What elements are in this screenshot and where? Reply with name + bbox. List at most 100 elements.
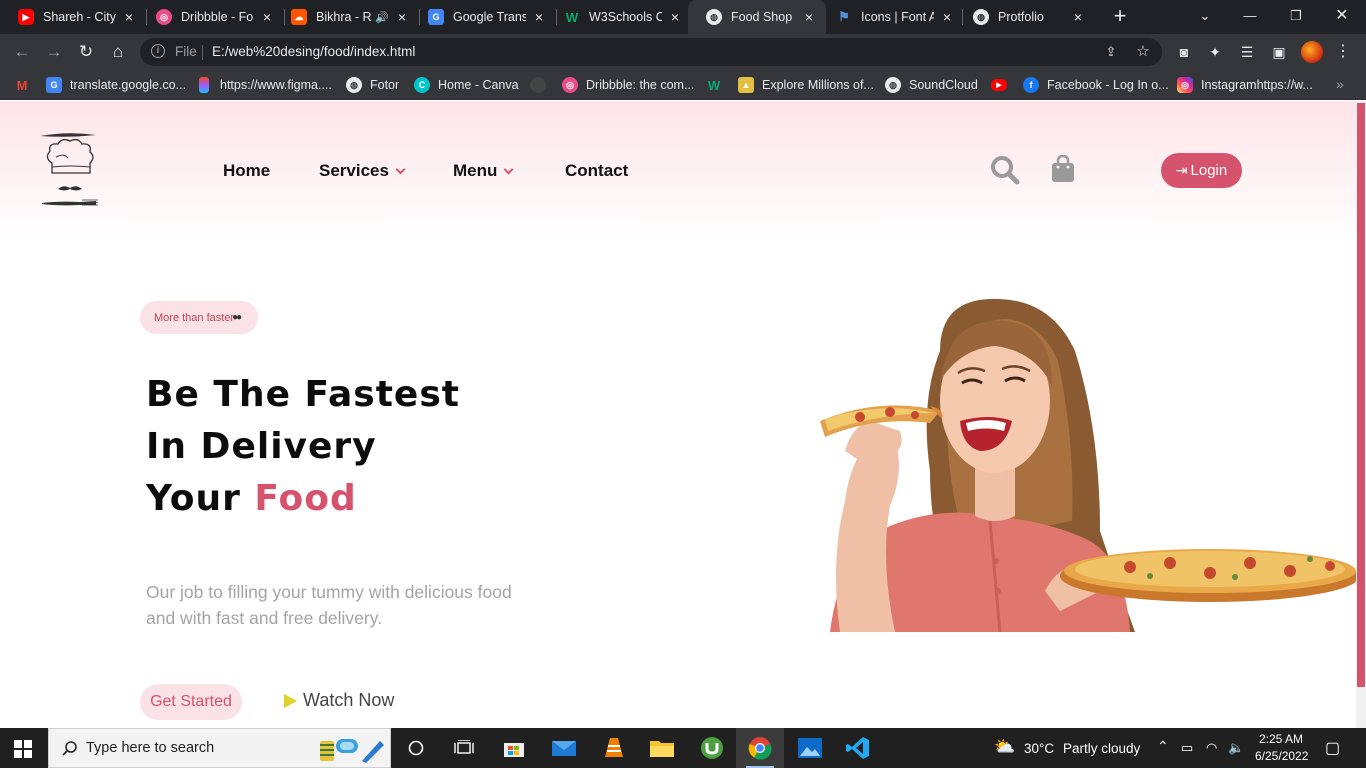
close-icon[interactable]: ×	[940, 10, 954, 24]
taskview-button[interactable]	[440, 728, 488, 768]
address-bar[interactable]: i File E:/web%20desing/food/index.html ⇪…	[140, 38, 1162, 66]
bookmark-gmail[interactable]: M	[14, 76, 38, 94]
battery-icon[interactable]: ▭	[1181, 740, 1193, 756]
shopping-bag-icon[interactable]	[1050, 155, 1076, 183]
browser-tab[interactable]: ▶ Shareh - City ×	[0, 0, 146, 34]
gmail-icon: M	[16, 77, 28, 93]
nav-contact[interactable]: Contact	[565, 161, 628, 181]
watch-now-button[interactable]: Watch Now	[284, 690, 394, 711]
scrollbar-thumb[interactable]	[1357, 103, 1365, 687]
google-translate-icon: G	[428, 9, 444, 25]
task-view-button[interactable]	[392, 728, 440, 768]
more-bookmarks-icon[interactable]: »	[1336, 76, 1344, 92]
volume-icon[interactable]: 🔈	[1228, 740, 1244, 756]
browser-tab[interactable]: ◍ Protfolio ×	[955, 0, 1095, 34]
browser-tab-strip: ▶ Shareh - City × ◎ Dribbble - Fo × ☁ Bi…	[0, 0, 1366, 34]
browser-toolbar: ← → ↻ ⌂ i File E:/web%20desing/food/inde…	[0, 34, 1366, 70]
login-button[interactable]: ⇥ Login	[1161, 153, 1242, 188]
nav-home[interactable]: Home	[223, 161, 270, 181]
chevron-up-icon[interactable]: ⌃	[1157, 738, 1169, 755]
taskbar-photos[interactable]	[786, 728, 834, 768]
info-icon[interactable]: i	[151, 44, 165, 58]
browser-tab[interactable]: G Google Transl ×	[410, 0, 556, 34]
windows-start-icon[interactable]	[14, 740, 32, 758]
extensions-icon[interactable]: ✦	[1205, 42, 1225, 62]
url-text[interactable]: E:/web%20desing/food/index.html	[212, 44, 415, 59]
bookmark-explore[interactable]: ▲ Explore Millions of...	[738, 76, 874, 94]
canva-icon: C	[414, 77, 430, 93]
taskbar-store[interactable]	[490, 728, 538, 768]
vlc-icon	[605, 738, 623, 757]
notification-icon[interactable]: ▢	[1325, 738, 1340, 758]
maximize-button[interactable]: ❐	[1284, 6, 1308, 26]
speaker-icon[interactable]: 🔊	[375, 11, 389, 24]
nav-services[interactable]: Services	[319, 161, 406, 181]
taskbar-vscode[interactable]	[834, 728, 882, 768]
browser-tab[interactable]: ◎ Dribbble - Fo ×	[138, 0, 284, 34]
weather-description[interactable]: Partly cloudy	[1063, 741, 1140, 756]
bookmark-translate[interactable]: G translate.google.co...	[46, 76, 186, 94]
browser-tab[interactable]: ⚑ Icons | Font A ×	[818, 0, 964, 34]
taskbar-vlc[interactable]	[590, 728, 638, 768]
youtube-icon: ▶	[991, 79, 1007, 91]
share-icon[interactable]: ⇪	[1102, 43, 1120, 61]
browser-tab[interactable]: W W3Schools O ×	[546, 0, 692, 34]
close-icon[interactable]: ×	[395, 10, 409, 24]
side-panel-icon[interactable]: ▣	[1269, 42, 1289, 62]
bookmark-soundcloud[interactable]: ◍ SoundCloud	[885, 76, 978, 94]
browser-tab-active[interactable]: ◍ Food Shop ×	[688, 0, 826, 34]
taskbar-file-explorer[interactable]	[638, 728, 686, 768]
bookmark-facebook[interactable]: f Facebook - Log In o...	[1023, 76, 1169, 94]
tab-search-button[interactable]: ⌄	[1193, 6, 1217, 26]
close-icon[interactable]: ×	[260, 10, 274, 24]
bookmark-canva[interactable]: C Home - Canva	[414, 76, 519, 94]
hero-badge: More than faster ●●	[140, 301, 258, 334]
taskbar-utorrent[interactable]	[688, 728, 736, 768]
forward-button[interactable]: →	[43, 41, 65, 63]
task-view-icon	[454, 740, 474, 754]
taskbar-mail[interactable]	[540, 728, 588, 768]
close-icon[interactable]: ×	[122, 10, 136, 24]
media-control-icon[interactable]: ☰	[1237, 42, 1257, 62]
nav-menu[interactable]: Menu	[453, 161, 514, 181]
w3schools-icon: W	[707, 77, 721, 93]
close-icon[interactable]: ×	[802, 10, 816, 24]
clock-time[interactable]: 2:25 AM	[1259, 732, 1303, 746]
back-button[interactable]: ←	[11, 41, 33, 63]
search-icon[interactable]	[990, 155, 1020, 185]
bookmark-youtube[interactable]: ▶	[991, 76, 1015, 94]
photos-icon	[798, 738, 822, 758]
chef-logo[interactable]	[38, 131, 102, 211]
weather-partly-cloudy-icon[interactable]: ⛅	[994, 737, 1015, 757]
wifi-icon[interactable]: ◠	[1206, 740, 1217, 756]
close-icon[interactable]: ×	[532, 10, 546, 24]
weather-temperature[interactable]: 30°C	[1024, 741, 1054, 756]
camera-icon[interactable]: ◙	[1174, 42, 1194, 62]
close-icon[interactable]: ×	[1071, 10, 1085, 24]
taskbar-chrome[interactable]	[736, 728, 784, 768]
taskbar-search-box[interactable]: Type here to search	[48, 728, 391, 768]
close-window-button[interactable]: ✕	[1330, 6, 1354, 26]
bookmark-fotor[interactable]: ◍ Fotor	[346, 76, 399, 94]
star-icon[interactable]: ☆	[1134, 43, 1152, 61]
minimize-button[interactable]: —	[1238, 6, 1262, 26]
profile-avatar[interactable]	[1301, 41, 1323, 63]
bookmark-instagram[interactable]: ◎ Instagramhttps://w...	[1177, 76, 1313, 94]
home-button[interactable]: ⌂	[107, 41, 129, 63]
bookmark-dribbble[interactable]: ◎ Dribbble: the com...	[562, 76, 694, 94]
browser-tab[interactable]: ☁ Bikhra - R 🔊 ×	[273, 0, 419, 34]
vscode-icon	[846, 737, 869, 759]
bookmark-w3schools[interactable]: W	[706, 76, 730, 94]
menu-icon[interactable]: ⋮	[1333, 42, 1353, 62]
bookmark-github[interactable]	[530, 76, 554, 94]
reload-button[interactable]: ↻	[75, 41, 97, 63]
figma-icon	[199, 77, 209, 93]
close-icon[interactable]: ×	[668, 10, 682, 24]
new-tab-button[interactable]: +	[1110, 5, 1130, 27]
bookmark-figma[interactable]: https://www.figma....	[196, 76, 332, 94]
chrome-icon	[748, 737, 772, 760]
image-icon: ▲	[738, 77, 754, 93]
get-started-button[interactable]: Get Started	[140, 684, 242, 720]
page-scrollbar[interactable]	[1356, 101, 1366, 728]
clock-date[interactable]: 6/25/2022	[1255, 749, 1308, 763]
